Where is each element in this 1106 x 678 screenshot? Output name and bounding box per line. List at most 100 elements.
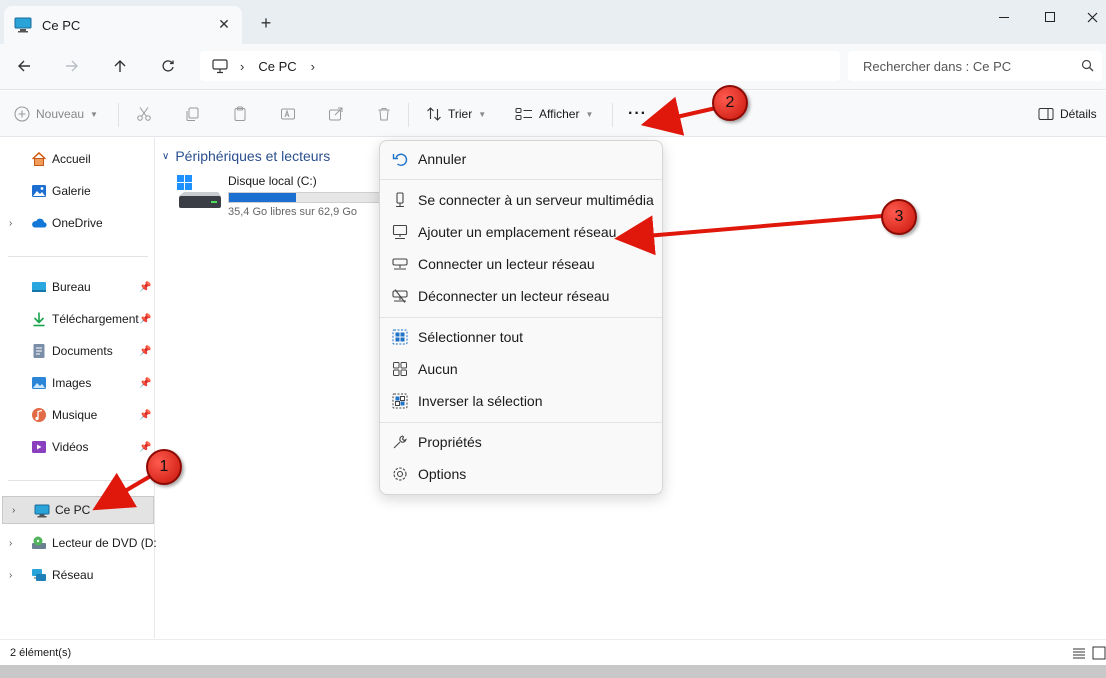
sidebar-item-galerie[interactable]: Galerie (0, 177, 154, 205)
sidebar-item-bureau[interactable]: Bureau 📌 (0, 273, 154, 301)
command-bar: Nouveau ▼ Trier ▼ Afficher ▼ ··· Détails (0, 91, 1106, 137)
new-tab-button[interactable]: + (256, 13, 276, 33)
menu-item-label: Inverser la sélection (418, 393, 543, 409)
divider (612, 103, 613, 127)
details-view-icon[interactable] (1072, 646, 1086, 660)
divider (118, 103, 119, 127)
divider (408, 103, 409, 127)
new-button[interactable]: Nouveau ▼ (14, 103, 98, 125)
pin-icon[interactable]: 📌 (139, 410, 151, 421)
rename-button[interactable] (280, 103, 296, 125)
new-label: Nouveau (36, 107, 85, 121)
chevron-right-icon[interactable]: › (9, 570, 12, 581)
sidebar-item-documents[interactable]: Documents 📌 (0, 337, 154, 365)
menu-item-map-network-drive[interactable]: Connecter un lecteur réseau (384, 249, 658, 279)
document-icon (33, 344, 45, 358)
menu-item-invert-selection[interactable]: Inverser la sélection (384, 386, 658, 416)
breadcrumb-chevron-icon[interactable]: › (240, 59, 244, 74)
paste-button[interactable] (232, 103, 248, 125)
invert-selection-icon (392, 393, 408, 409)
minimize-button[interactable] (984, 6, 1024, 28)
menu-item-select-all[interactable]: Sélectionner tout (384, 322, 658, 352)
menu-item-media-server[interactable]: Se connecter à un serveur multimédia (384, 185, 658, 215)
group-title: Périphériques et lecteurs (175, 148, 331, 164)
title-bar: Ce PC ✕ + (0, 0, 1106, 44)
disconnect-drive-icon (392, 289, 408, 303)
sort-button[interactable]: Trier ▼ (426, 103, 486, 125)
search-input[interactable]: Rechercher dans : Ce PC (863, 59, 1011, 74)
menu-item-add-network-location[interactable]: Ajouter un emplacement réseau (384, 217, 658, 247)
drive-item[interactable]: Disque local (C:) 35,4 Go libres sur 62,… (176, 174, 383, 224)
maximize-button[interactable] (1030, 6, 1070, 28)
sidebar-item-label: Ce PC (55, 503, 91, 517)
sidebar-item-label: Musique (52, 408, 98, 422)
refresh-button[interactable] (154, 54, 182, 78)
sidebar-divider (8, 480, 148, 481)
menu-item-options[interactable]: Options (384, 459, 658, 489)
arrow-left-icon (18, 60, 30, 72)
pin-icon[interactable]: 📌 (139, 442, 151, 453)
tab-close-icon[interactable]: ✕ (216, 16, 232, 32)
search-icon (1081, 59, 1094, 72)
copy-icon (186, 107, 199, 121)
pin-icon[interactable]: 📌 (139, 314, 151, 325)
hard-drive-icon (177, 175, 221, 208)
copy-button[interactable] (184, 103, 200, 125)
address-field[interactable]: › Ce PC › (200, 51, 840, 81)
details-label: Détails (1060, 107, 1097, 121)
details-button[interactable]: Détails (1038, 103, 1097, 125)
search-box[interactable]: Rechercher dans : Ce PC (848, 51, 1102, 81)
sidebar-item-onedrive[interactable]: › OneDrive (0, 209, 154, 237)
sidebar-item-label: Bureau (52, 280, 91, 294)
chevron-right-icon[interactable]: › (9, 218, 12, 229)
sidebar-item-reseau[interactable]: › Réseau (0, 561, 154, 589)
chevron-down-icon[interactable]: ∨ (162, 151, 169, 162)
sidebar-item-images[interactable]: Images 📌 (0, 369, 154, 397)
pin-icon[interactable]: 📌 (139, 282, 151, 293)
chevron-right-icon[interactable]: › (12, 505, 15, 516)
sidebar-item-musique[interactable]: Musique 📌 (0, 401, 154, 429)
annotation-marker-1: 1 (146, 449, 182, 485)
sidebar-item-videos[interactable]: Vidéos 📌 (0, 433, 154, 461)
select-none-icon (393, 362, 407, 376)
delete-button[interactable] (376, 103, 392, 125)
menu-item-properties[interactable]: Propriétés (384, 427, 658, 457)
back-button[interactable] (10, 54, 38, 78)
menu-item-select-none[interactable]: Aucun (384, 354, 658, 384)
sidebar-item-telechargement[interactable]: Téléchargement 📌 (0, 305, 154, 333)
view-button[interactable]: Afficher ▼ (515, 103, 593, 125)
sidebar-item-lecteur-dvd[interactable]: › Lecteur de DVD (D: (0, 529, 157, 557)
close-window-button[interactable] (1072, 6, 1106, 28)
sidebar-item-accueil[interactable]: Accueil (0, 145, 154, 173)
cut-button[interactable] (136, 103, 152, 125)
menu-item-label: Ajouter un emplacement réseau (418, 224, 617, 240)
drive-name: Disque local (C:) (228, 174, 317, 188)
menu-item-label: Connecter un lecteur réseau (418, 256, 595, 272)
drive-usage-fill (229, 193, 296, 202)
up-button[interactable] (106, 54, 134, 78)
breadcrumb-chevron-icon[interactable]: › (311, 59, 315, 74)
pin-icon[interactable]: 📌 (139, 346, 151, 357)
forward-button[interactable] (58, 54, 86, 78)
chevron-right-icon[interactable]: › (9, 538, 12, 549)
breadcrumb-ce-pc[interactable]: Ce PC (258, 59, 296, 74)
sidebar-item-label: Lecteur de DVD (D: (52, 536, 157, 550)
share-icon (329, 107, 343, 121)
tiles-view-icon[interactable] (1092, 646, 1106, 660)
menu-item-disconnect-network-drive[interactable]: Déconnecter un lecteur réseau (384, 281, 658, 311)
group-header[interactable]: ∨ Périphériques et lecteurs (162, 148, 330, 164)
pin-icon[interactable]: 📌 (139, 378, 151, 389)
select-all-icon (392, 329, 408, 345)
tab-ce-pc[interactable]: Ce PC ✕ (4, 6, 242, 44)
computer-icon (34, 504, 50, 518)
sidebar-divider (8, 256, 148, 257)
sidebar-item-ce-pc[interactable]: › Ce PC (2, 496, 154, 524)
computer-icon (14, 17, 32, 33)
share-button[interactable] (328, 103, 344, 125)
more-options-button[interactable]: ··· (628, 103, 647, 125)
menu-item-annuler[interactable]: Annuler (384, 144, 658, 174)
menu-item-label: Propriétés (418, 434, 482, 450)
menu-item-label: Annuler (418, 151, 467, 167)
annotation-marker-2: 2 (712, 85, 748, 121)
navigation-pane: Accueil Galerie › OneDrive Bureau 📌 Télé… (0, 138, 157, 638)
